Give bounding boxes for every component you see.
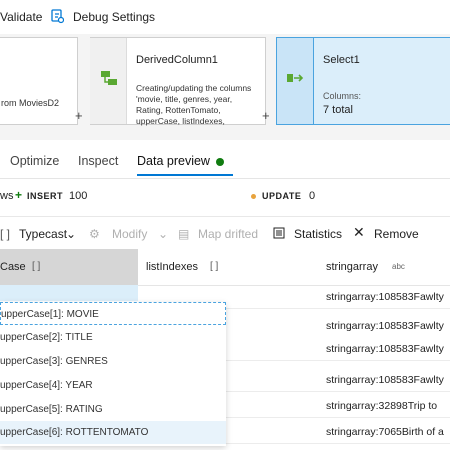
update-label: UPDATE <box>262 191 302 201</box>
remove-button[interactable]: Remove <box>374 227 419 241</box>
popup-list-item[interactable]: upperCase[2]: TITLE <box>0 326 226 349</box>
statistics-icon <box>273 227 285 242</box>
select-columns-value: 7 total <box>323 104 353 116</box>
statistics-button[interactable]: Statistics <box>294 227 342 241</box>
select-icon-panel <box>277 38 314 124</box>
derived-column-icon-panel <box>90 38 127 124</box>
status-dot-icon <box>216 158 224 166</box>
insert-label: INSERT <box>27 191 64 201</box>
modify-icon: ⚙ <box>89 227 100 241</box>
popup-list-item[interactable]: upperCase[6]: ROTTENTOMATO <box>0 421 226 444</box>
stringarray-cell: stringarray:108583Fawlty <box>326 320 444 332</box>
tab-inspect[interactable]: Inspect <box>78 154 118 168</box>
derived-column-icon <box>99 68 119 91</box>
add-after-derived-button[interactable]: + <box>262 108 270 123</box>
column-type-icon: [ ] <box>32 261 41 272</box>
debug-settings-button[interactable]: Debug Settings <box>73 10 155 24</box>
stringarray-cell: stringarray:108583Fawlty <box>326 343 444 355</box>
popup-list-item[interactable]: upperCase[4]: YEAR <box>0 374 226 397</box>
debug-settings-icon <box>50 8 65 24</box>
chevron-down-icon[interactable]: ⌄ <box>66 227 76 241</box>
typecast-icon: [ ] <box>0 227 11 241</box>
column-header-uppercase[interactable]: Case [ ] <box>0 249 138 285</box>
bottom-panel-tabs: Optimize Inspect Data preview <box>0 140 450 179</box>
chevron-down-icon[interactable]: ⌄ <box>158 227 168 241</box>
stringarray-cell: stringarray:108583Fawlty <box>326 291 444 303</box>
derived-column-node[interactable]: DerivedColumn1 Creating/updating the col… <box>90 37 266 126</box>
popup-list-item[interactable]: upperCase[1]: MOVIE <box>0 302 226 325</box>
stringarray-cell: stringarray:7065Birth of a <box>326 426 444 438</box>
tab-active-indicator <box>137 174 233 176</box>
popup-list-item[interactable]: upperCase[3]: GENRES <box>0 350 226 373</box>
insert-icon: + <box>15 188 23 202</box>
remove-icon: ✕ <box>353 224 365 240</box>
tab-data-preview[interactable]: Data preview <box>137 154 210 168</box>
validate-button[interactable]: Validate <box>0 10 42 24</box>
update-icon <box>251 194 256 199</box>
modify-button[interactable]: Modify <box>112 227 147 241</box>
derived-column-title: DerivedColumn1 <box>136 54 218 66</box>
column-type-icon: [ ] <box>210 261 219 272</box>
select-node[interactable]: Select1 Columns: 7 total <box>276 37 450 125</box>
popup-list-item[interactable]: upperCase[5]: RATING <box>0 398 226 421</box>
map-drifted-button[interactable]: Map drifted <box>198 227 258 241</box>
stringarray-cell: stringarray:32898Trip to <box>326 400 438 412</box>
rows-label: ws <box>0 190 14 202</box>
column-header-uppercase-label: Case <box>0 261 26 273</box>
column-header-listindexes[interactable]: listIndexes <box>146 261 198 273</box>
select-columns-label: Columns: <box>323 91 362 101</box>
insert-count: 100 <box>69 190 88 202</box>
derived-column-description: Creating/updating the columns 'movie, ti… <box>136 83 252 126</box>
tab-optimize[interactable]: Optimize <box>10 154 59 168</box>
map-drifted-icon: ▤ <box>178 227 190 241</box>
grid-header: Case [ ] listIndexes [ ] stringarray abc <box>0 249 450 286</box>
uppercase-values-popup: upperCase[1]: MOVIE upperCase[2]: TITLE … <box>0 302 226 446</box>
column-type-icon: abc <box>392 262 405 271</box>
update-count: 0 <box>309 190 316 202</box>
stringarray-cell: stringarray:108583Fawlty <box>326 374 444 386</box>
top-toolbar: Validate Debug Settings <box>0 0 450 34</box>
flow-canvas: rom MoviesD2 + DerivedColumn1 Creating/u… <box>0 34 450 140</box>
source-node[interactable]: rom MoviesD2 <box>0 37 78 125</box>
stats-bar: ws + INSERT 100 UPDATE 0 <box>0 179 450 215</box>
select-icon <box>286 70 306 89</box>
column-action-bar: [ ] Typecast ⌄ ⚙ Modify ⌄ ▤ Map drifted … <box>0 216 450 250</box>
select-node-title: Select1 <box>323 54 360 66</box>
add-after-source-button[interactable]: + <box>75 108 83 123</box>
column-header-stringarray[interactable]: stringarray <box>326 261 378 273</box>
source-node-label: rom MoviesD2 <box>1 98 60 108</box>
typecast-button[interactable]: Typecast <box>19 227 67 241</box>
